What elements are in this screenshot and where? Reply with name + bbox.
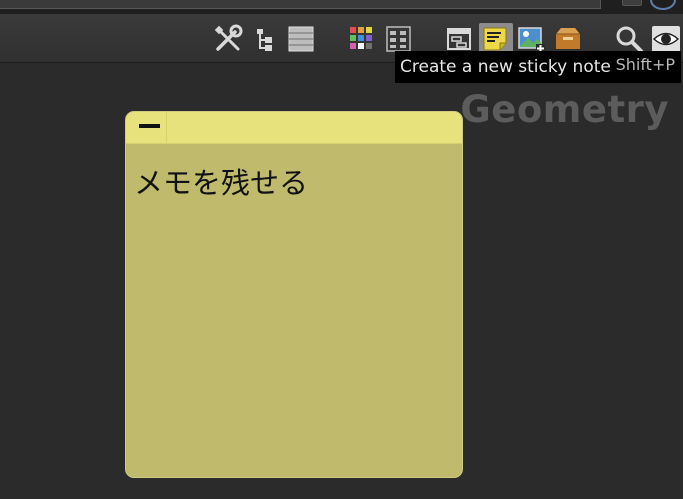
sticky-note[interactable]: メモを残せる — [125, 111, 463, 478]
package-box-icon[interactable] — [553, 24, 583, 54]
sticky-note-collapse-button[interactable] — [126, 112, 167, 143]
tooltip-shortcut: Shift+P — [615, 55, 675, 74]
path-field[interactable] — [0, 0, 601, 9]
sticky-note-header[interactable] — [126, 112, 462, 144]
background-image-icon[interactable] — [516, 24, 546, 54]
color-palette-icon[interactable] — [347, 24, 377, 54]
network-context-label: Geometry — [460, 88, 669, 131]
minus-icon — [139, 124, 160, 128]
pane-menu-icon[interactable] — [650, 0, 676, 10]
tooltip: Create a new sticky note Shift+P — [395, 51, 681, 83]
list-view-icon[interactable] — [286, 24, 316, 54]
network-box-icon[interactable] — [444, 24, 474, 54]
tree-view-icon[interactable] — [250, 24, 280, 54]
tooltip-text: Create a new sticky note — [400, 57, 611, 77]
shape-palette-icon[interactable] — [384, 24, 414, 54]
top-strip — [0, 0, 683, 14]
wrench-screwdriver-icon[interactable] — [213, 24, 243, 54]
pane-link-icon[interactable] — [622, 0, 642, 6]
sticky-note-text[interactable]: メモを残せる — [134, 160, 308, 202]
